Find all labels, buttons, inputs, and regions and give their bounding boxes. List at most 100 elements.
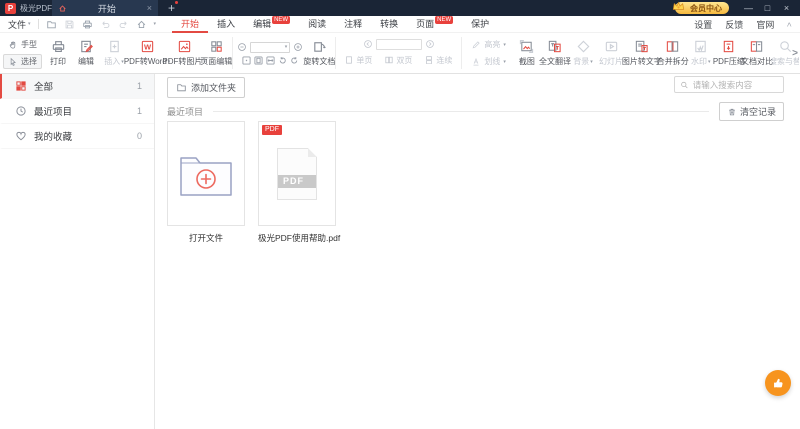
background-button[interactable]: 背景 ▾	[569, 34, 597, 72]
fit-page-icon[interactable]	[254, 55, 263, 65]
single-page-button[interactable]: 单页	[340, 53, 377, 68]
fit-width-icon[interactable]	[266, 55, 275, 65]
insert-page-icon	[109, 40, 119, 53]
tab-edit-label: 编辑	[253, 18, 272, 29]
app-logo: P 极光PDF	[5, 2, 52, 14]
tab-edit[interactable]: 编辑 NEW	[244, 15, 299, 33]
translate-icon	[549, 40, 562, 53]
document-tab[interactable]: 开始 ×	[52, 0, 158, 16]
tab-protect[interactable]: 保护	[462, 16, 498, 33]
print-button[interactable]: 打印	[44, 34, 72, 72]
screenshot-icon	[520, 40, 534, 53]
website-link[interactable]: 官网	[756, 18, 774, 31]
search-icon	[681, 81, 688, 88]
collapse-ribbon-icon[interactable]: >	[785, 22, 794, 27]
pdf-to-word-button[interactable]: W PDF转Word ▾	[124, 34, 170, 72]
tab-convert[interactable]: 转换	[371, 16, 407, 33]
pdf-compress-button[interactable]: PDF压缩	[713, 34, 745, 72]
toolbar-overflow-chevron-icon[interactable]: >	[792, 48, 798, 59]
file-menu[interactable]: 文件 ▾	[8, 18, 31, 31]
feedback-fab-button[interactable]	[765, 370, 791, 396]
page-number-input[interactable]	[375, 38, 422, 50]
undo-icon[interactable]	[100, 19, 111, 30]
rotate-left-icon[interactable]	[278, 56, 287, 65]
home-icon[interactable]	[136, 19, 147, 30]
feedback-link[interactable]: 反馈	[725, 18, 743, 31]
maximize-button[interactable]: □	[758, 0, 777, 16]
sidebar-item-all[interactable]: 全部 1	[0, 74, 154, 99]
section-title: 最近项目	[167, 107, 204, 117]
zoom-in-icon[interactable]	[293, 42, 303, 52]
page-edit-button[interactable]: 页面编辑	[200, 34, 232, 72]
compress-icon	[724, 40, 734, 53]
hand-tool-button[interactable]: 手型	[3, 37, 42, 52]
highlight-button[interactable]: 高亮 ▾	[466, 37, 511, 52]
tab-page[interactable]: 页面 NEW	[407, 15, 462, 33]
close-button[interactable]: ×	[777, 0, 796, 16]
clock-icon	[16, 106, 26, 116]
continuous-button[interactable]: 连续	[420, 53, 457, 68]
double-page-icon	[385, 56, 394, 64]
open-file-card-box[interactable]	[167, 121, 245, 226]
add-folder-button[interactable]: 添加文件夹	[167, 77, 246, 98]
redo-icon[interactable]	[118, 19, 129, 30]
new-badge: NEW	[272, 15, 291, 24]
tab-home[interactable]: 开始	[172, 16, 209, 33]
select-tool-button[interactable]: 选择	[3, 54, 42, 69]
caret-down-icon: ▾	[590, 58, 593, 65]
translate-button[interactable]: 全文翻译	[539, 34, 571, 72]
open-file-card[interactable]: 打开文件	[167, 121, 245, 244]
double-page-button[interactable]: 双页	[380, 53, 417, 68]
slideshow-button[interactable]: 幻灯片	[597, 34, 625, 72]
actual-size-icon[interactable]	[242, 55, 251, 65]
clear-records-button[interactable]: 清空记录	[718, 102, 784, 121]
next-page-icon[interactable]	[425, 39, 435, 49]
recent-pdf-card-label: 极光PDF使用帮助.pdf	[258, 233, 341, 243]
save-icon[interactable]	[64, 19, 75, 30]
main-panel: 添加文件夹 最近项目 清空记录	[155, 74, 800, 429]
search-input[interactable]	[692, 79, 778, 90]
grid-icon	[16, 81, 26, 91]
sidebar-item-all-label: 全部	[34, 82, 54, 93]
recent-cards: 打开文件 PDF PDF 极光PDF使用帮助.pdf	[167, 121, 341, 244]
app-logo-icon: P	[5, 2, 16, 14]
new-tab-button[interactable]: +	[168, 0, 179, 16]
settings-link[interactable]: 设置	[694, 18, 712, 31]
open-file-icon[interactable]	[46, 19, 57, 30]
tab-close-icon[interactable]: ×	[147, 3, 152, 13]
customize-caret-icon[interactable]: ▾	[154, 21, 157, 27]
vip-center-button[interactable]: 会员中心	[672, 1, 729, 14]
print-icon[interactable]	[82, 19, 93, 30]
section-divider	[213, 111, 709, 112]
screenshot-button[interactable]: 截图	[513, 34, 541, 72]
recent-pdf-card-box[interactable]: PDF PDF	[258, 121, 336, 226]
previous-page-icon[interactable]	[363, 39, 373, 49]
edit-button[interactable]: 编辑	[72, 34, 100, 72]
sidebar-item-favorites[interactable]: 我的收藏 0	[0, 124, 154, 149]
tab-page-label: 页面	[416, 18, 435, 29]
annotation-tools: 高亮 ▾ 划线 ▾	[466, 37, 511, 69]
watermark-button[interactable]: 水印 ▾	[687, 34, 715, 72]
rotate-document-button[interactable]: 旋转文档	[303, 34, 335, 72]
pdf-to-image-button[interactable]: PDF转图片 ▾	[162, 34, 206, 72]
search-box[interactable]	[674, 76, 784, 93]
zoom-out-icon[interactable]	[237, 42, 247, 52]
toolbar: 手型 选择 打印 编辑 插入 ▾ W PDF转Word ▾ PDF转图片 ▾ 页…	[0, 33, 800, 74]
page-navigation: 单页 双页 连续	[340, 38, 457, 68]
tab-annotate[interactable]: 注释	[335, 16, 371, 33]
sidebar-item-recent[interactable]: 最近项目 1	[0, 99, 154, 124]
home-icon	[59, 4, 66, 11]
edit-doc-icon	[80, 40, 93, 53]
tab-read[interactable]: 阅读	[299, 16, 335, 33]
tab-insert[interactable]: 插入	[208, 16, 244, 33]
merge-split-button[interactable]: 合并拆分	[657, 34, 689, 72]
rotate-right-icon[interactable]	[290, 56, 299, 65]
image-to-text-button[interactable]: 图片转文字	[622, 34, 662, 72]
minimize-button[interactable]: —	[739, 0, 758, 16]
zoom-level-select[interactable]: ▾	[250, 41, 291, 53]
sidebar-item-recent-label: 最近项目	[34, 107, 73, 118]
recent-pdf-card[interactable]: PDF PDF 极光PDF使用帮助.pdf	[258, 121, 341, 244]
underline-label: 划线	[484, 57, 501, 66]
underline-button[interactable]: 划线 ▾	[466, 54, 511, 69]
doc-compare-button[interactable]: 文档对比	[741, 34, 773, 72]
